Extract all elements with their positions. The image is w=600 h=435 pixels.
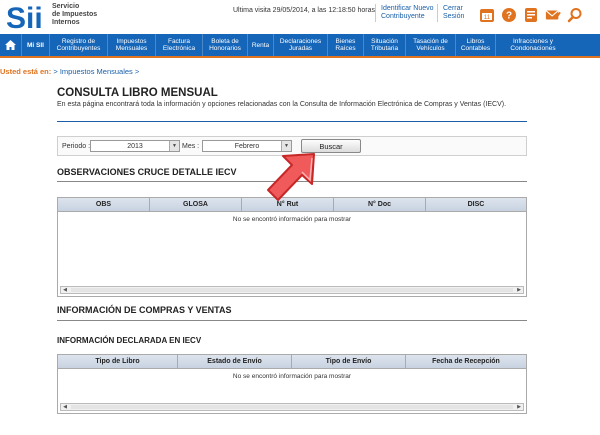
nav-line: Condonaciones [510,45,556,52]
nav-line: Registro de [61,38,96,45]
nav-bienes-raices[interactable]: Bienes Raíces [328,34,364,56]
main-nav: Mi SII Registro de Contribuyentes Impuest… [0,34,600,56]
nav-line: Renta [251,41,270,49]
empty-message: No se encontró información para mostrar [232,216,352,223]
nav-libros[interactable]: Libros Contables [456,34,496,56]
scroll-thumb[interactable] [71,288,513,292]
section-rule [57,320,527,321]
horizontal-scrollbar[interactable]: ◀ ▶ [60,403,524,411]
nav-accent-rule [0,56,600,58]
nav-renta[interactable]: Renta [248,34,274,56]
identify-line-2: Contribuyente [381,13,425,20]
col-estado-envio[interactable]: Estado de Envío [178,355,292,368]
svg-text:?: ? [506,11,512,22]
nav-line: Honorarios [209,45,241,52]
nav-tasacion[interactable]: Tasación de Vehículos [406,34,456,56]
nav-boleta[interactable]: Boleta de Honorarios [203,34,248,56]
nav-line: Contables [460,45,491,52]
page-title: CONSULTA LIBRO MENSUAL [57,87,218,99]
scroll-left-icon[interactable]: ◀ [61,404,69,410]
observations-grid: OBS GLOSA N° Rut N° Doc DISC No se encon… [57,197,527,297]
declared-title: INFORMACIÓN DECLARADA EN IECV [57,336,202,345]
logo-line-3: Internos [52,19,80,26]
logout-line-2: Sesión [443,13,465,20]
chevron-down-icon[interactable]: ▼ [169,141,179,151]
identify-line-1: Identificar Nuevo [381,5,434,12]
contact-icon[interactable] [523,7,539,23]
nav-declaraciones[interactable]: Declaraciones Juradas [274,34,328,56]
scroll-right-icon[interactable]: ▶ [515,287,523,293]
calendar-day: 11 [484,15,491,21]
header-divider [375,4,376,22]
breadcrumb-link[interactable]: > Impuestos Mensuales > [53,67,139,76]
svg-text:Sii: Sii [6,2,43,32]
period-label: Periodo : [62,143,91,150]
col-disc[interactable]: DISC [426,198,526,211]
nav-line: Vehículos [416,45,445,52]
month-label: Mes : [182,143,200,150]
nav-line: Libros [466,38,485,45]
identify-contributor-link[interactable]: Identificar Nuevo Contribuyente [381,5,434,21]
home-icon [5,40,16,50]
grid-header: Tipo de Libro Estado de Envío Tipo de En… [58,355,526,369]
site-header: Sii Servicio de Impuestos Internos Ultim… [0,0,600,34]
col-fecha-recepcion[interactable]: Fecha de Recepción [406,355,526,368]
nav-line: Infracciones y [512,38,554,45]
nav-situacion[interactable]: Situación Tributaria [364,34,406,56]
last-visit-text: Ultima visita 29/05/2014, a las 12:18:50… [233,7,376,14]
page-description: En esta página encontrará toda la inform… [57,101,507,108]
pointer-arrow-icon [267,153,315,201]
nav-factura[interactable]: Factura Electrónica [156,34,203,56]
breadcrumb-label: Usted está en: [0,67,52,76]
nav-line: Situación [371,38,398,45]
nav-line: Factura [167,38,191,45]
title-rule [57,121,527,122]
period-select[interactable]: 2013 ▼ [90,140,180,152]
mail-icon[interactable] [545,7,561,23]
nav-line: Declaraciones [279,38,322,45]
compras-ventas-title: INFORMACIÓN DE COMPRAS Y VENTAS [57,305,232,315]
logout-line-1: Cerrar [443,5,463,12]
nav-line: Contribuyentes [56,45,101,52]
nav-line: Tributaria [370,45,399,52]
nav-line: Mensuales [115,45,148,52]
help-icon[interactable]: ? [501,7,517,23]
observations-title: OBSERVACIONES CRUCE DETALLE IECV [57,167,237,177]
header-divider [437,4,438,22]
sii-logo[interactable]: Sii [6,2,46,32]
logo-line-2: de Impuestos [52,11,98,18]
col-glosa[interactable]: GLOSA [150,198,242,211]
logout-link[interactable]: Cerrar Sesión [443,5,464,21]
col-obs[interactable]: OBS [58,198,150,211]
header-icons: 11 ? [479,5,583,25]
nav-line: Juradas [288,45,313,52]
home-button[interactable] [0,34,22,56]
empty-message: No se encontró información para mostrar [232,373,352,380]
nav-line: Bienes [335,38,356,45]
month-value: Febrero [234,142,260,150]
nav-line: Impuestos [116,38,147,45]
declared-grid: Tipo de Libro Estado de Envío Tipo de En… [57,354,527,414]
scroll-thumb[interactable] [71,405,513,409]
calendar-icon[interactable]: 11 [479,7,495,23]
nav-mi-sii[interactable]: Mi SII [22,34,50,56]
nav-line: Tasación de [413,38,448,45]
scroll-left-icon[interactable]: ◀ [61,287,69,293]
nav-line: Boleta de [211,38,239,45]
nav-infracciones[interactable]: Infracciones y Condonaciones [496,34,570,56]
scroll-right-icon[interactable]: ▶ [515,404,523,410]
search-icon[interactable] [567,7,583,23]
logo-line-1: Servicio [52,3,80,10]
col-tipo-libro[interactable]: Tipo de Libro [58,355,178,368]
col-doc[interactable]: N° Doc [334,198,426,211]
col-tipo-envio[interactable]: Tipo de Envío [292,355,406,368]
nav-registro[interactable]: Registro de Contribuyentes [50,34,108,56]
logo-caption: Servicio de Impuestos Internos [52,3,97,27]
nav-impuestos-mensuales[interactable]: Impuestos Mensuales [108,34,156,56]
breadcrumb: Usted está en: > Impuestos Mensuales > [0,67,139,76]
nav-line: Raíces [335,45,356,52]
period-value: 2013 [127,142,143,150]
horizontal-scrollbar[interactable]: ◀ ▶ [60,286,524,294]
nav-line: Electrónica [162,45,196,52]
